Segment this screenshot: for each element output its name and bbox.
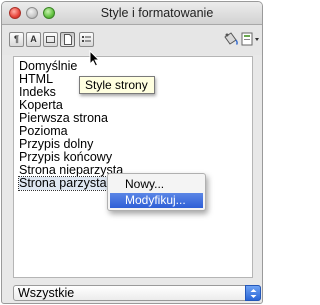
page-styles-icon xyxy=(64,34,72,45)
list-item-selected[interactable]: Strona parzysta xyxy=(18,176,108,191)
list-styles-icon xyxy=(82,36,91,42)
character-styles-button[interactable]: A xyxy=(26,32,41,47)
styles-window: Style i formatowanie ¶ A Domyślnie HTML … xyxy=(1,1,263,304)
mouse-cursor-icon xyxy=(89,50,101,67)
frame-styles-button[interactable] xyxy=(43,32,58,47)
tooltip: Style strony xyxy=(79,76,155,94)
context-menu-new[interactable]: Nowy... xyxy=(110,177,203,192)
new-style-icon[interactable] xyxy=(240,31,262,47)
context-menu-modify[interactable]: Modyfikuj... xyxy=(110,193,203,208)
fill-format-icon[interactable] xyxy=(222,31,240,47)
toolbar: ¶ A xyxy=(2,25,262,55)
close-button[interactable] xyxy=(9,7,21,19)
frame-styles-icon xyxy=(46,36,55,43)
character-styles-icon: A xyxy=(30,34,37,44)
list-styles-button[interactable] xyxy=(79,32,94,47)
title-bar: Style i formatowanie xyxy=(2,2,262,25)
style-filter-value: Wszystkie xyxy=(18,286,75,300)
paragraph-styles-icon: ¶ xyxy=(13,34,19,44)
zoom-button[interactable] xyxy=(43,7,55,19)
style-filter-select[interactable]: Wszystkie xyxy=(13,285,261,301)
context-menu: Nowy... Modyfikuj... xyxy=(107,173,206,211)
minimize-button[interactable] xyxy=(26,7,38,19)
page-styles-button[interactable] xyxy=(60,32,75,47)
paragraph-styles-button[interactable]: ¶ xyxy=(9,32,24,47)
select-arrows-icon[interactable] xyxy=(245,285,261,301)
window-title: Style i formatowanie xyxy=(100,6,214,20)
